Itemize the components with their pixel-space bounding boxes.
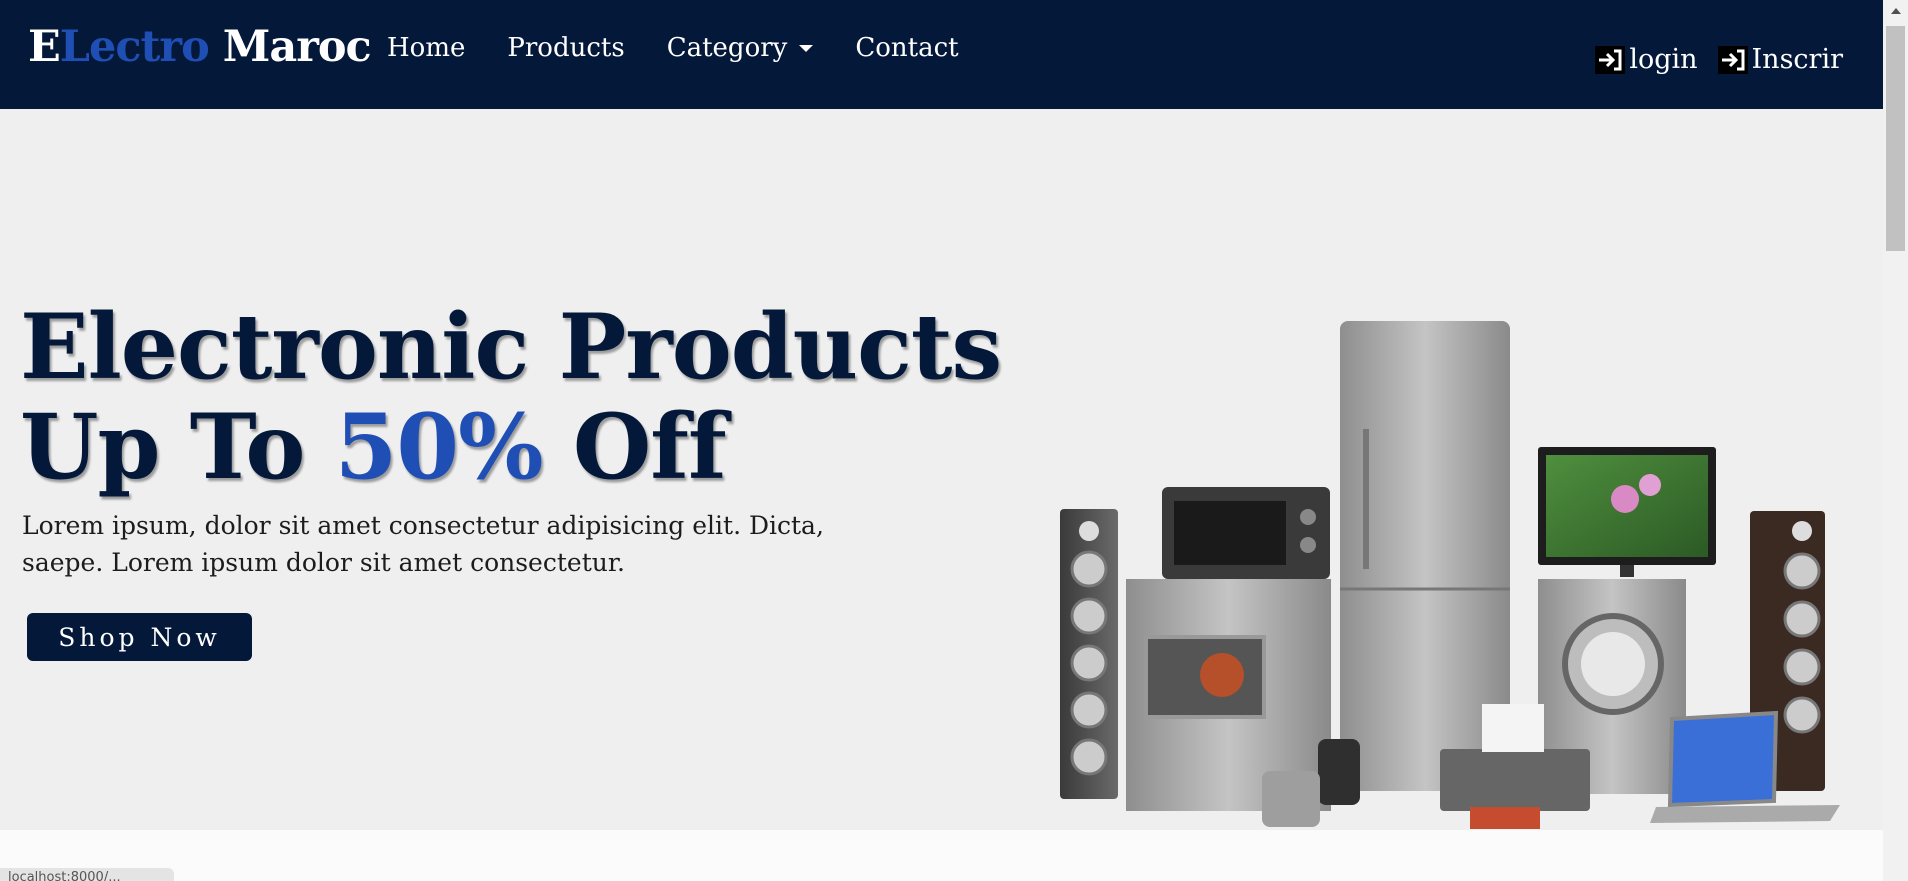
login-icon (1717, 45, 1748, 74)
nav-home-link[interactable]: Home (387, 33, 465, 63)
brand-name-rest: Maroc (208, 22, 372, 72)
nav-contact-link[interactable]: Contact (855, 33, 958, 63)
hero-title-suffix: Off (542, 394, 727, 500)
hero-section: Electronic Products Up To 50% Off Lorem … (0, 109, 1883, 830)
signup-label: Inscrir (1751, 44, 1843, 75)
brand-initial: E (28, 22, 61, 72)
auth-links: login Inscrir (1595, 44, 1843, 75)
login-link[interactable]: login (1595, 44, 1698, 75)
nav-products-link[interactable]: Products (507, 33, 624, 63)
appliances-hero-image (1060, 321, 1840, 829)
page-scrollbar[interactable] (1883, 0, 1908, 881)
hero-title-prefix: Up To (20, 394, 335, 500)
top-navbar: ELectro Maroc Home Products Category Con… (0, 0, 1883, 109)
nav-category-label: Category (666, 33, 788, 63)
hero-title-line1: Electronic Products (20, 294, 1002, 400)
signup-link[interactable]: Inscrir (1717, 44, 1843, 75)
shop-now-button[interactable]: Shop Now (27, 613, 252, 661)
hero-title: Electronic Products Up To 50% Off (20, 294, 1002, 500)
below-fold-section (0, 830, 1883, 881)
brand-name-accent: Lectro (59, 22, 210, 72)
status-url-preview: localhost:8000/... (0, 868, 174, 881)
login-label: login (1629, 44, 1698, 75)
scroll-up-icon[interactable] (1891, 8, 1901, 14)
nav-category-dropdown[interactable]: Category (667, 33, 814, 63)
brand-logo[interactable]: ELectro Maroc (28, 22, 372, 72)
login-icon (1595, 45, 1626, 74)
hero-discount-highlight: 50% (334, 394, 544, 500)
scrollbar-thumb[interactable] (1886, 26, 1905, 251)
chevron-down-icon (799, 44, 814, 52)
main-nav: Home Products Category Contact (387, 33, 959, 63)
hero-description: Lorem ipsum, dolor sit amet consectetur … (22, 511, 824, 577)
